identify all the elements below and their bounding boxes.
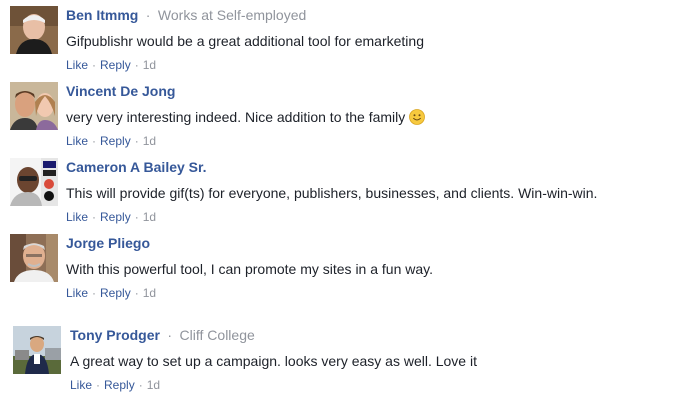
comment: Jorge Pliego With this powerful tool, I …: [0, 234, 700, 300]
like-button[interactable]: Like: [66, 210, 88, 224]
separator: ·: [134, 134, 139, 148]
separator: ·: [92, 58, 97, 72]
separator: ·: [138, 378, 143, 392]
author-work: Works at Self-employed: [157, 7, 307, 23]
reply-button[interactable]: Reply: [100, 134, 131, 148]
comment: Ben Itmmg · Works at Self-employed Gifpu…: [0, 6, 700, 72]
comment-text: Gifpublishr would be a great additional …: [66, 33, 424, 49]
comment-feed: Ben Itmmg · Works at Self-employed Gifpu…: [0, 0, 700, 400]
avatar[interactable]: [10, 6, 58, 54]
reply-button[interactable]: Reply: [100, 58, 131, 72]
author-name[interactable]: Ben Itmmg: [66, 7, 138, 23]
comment: Cameron A Bailey Sr. This will provide g…: [0, 158, 700, 224]
comment: Tony Prodger · Cliff College A great way…: [0, 326, 700, 392]
like-button[interactable]: Like: [66, 286, 88, 300]
author-name[interactable]: Cameron A Bailey Sr.: [66, 159, 207, 175]
separator: ·: [167, 327, 173, 343]
separator: ·: [145, 7, 151, 23]
comment-actions: Like · Reply · 1d: [66, 134, 156, 148]
comment-text: With this powerful tool, I can promote m…: [66, 261, 434, 277]
avatar[interactable]: [13, 326, 61, 374]
avatar[interactable]: [10, 158, 58, 206]
timestamp[interactable]: 1d: [143, 210, 156, 224]
separator: ·: [134, 58, 139, 72]
like-button[interactable]: Like: [70, 378, 92, 392]
like-button[interactable]: Like: [66, 134, 88, 148]
author-name[interactable]: Vincent De Jong: [66, 83, 175, 99]
comment-actions: Like · Reply · 1d: [66, 286, 156, 300]
reply-button[interactable]: Reply: [100, 286, 131, 300]
reply-button[interactable]: Reply: [104, 378, 135, 392]
comment-actions: Like · Reply · 1d: [66, 210, 156, 224]
like-button[interactable]: Like: [66, 58, 88, 72]
separator: ·: [134, 286, 139, 300]
timestamp[interactable]: 1d: [143, 134, 156, 148]
comment-text-content: very very interesting indeed. Nice addit…: [66, 109, 406, 125]
separator: ·: [134, 210, 139, 224]
separator: ·: [92, 210, 97, 224]
comment-text: very very interesting indeed. Nice addit…: [66, 108, 426, 126]
separator: ·: [92, 134, 97, 148]
avatar[interactable]: [10, 82, 58, 130]
comment: Vincent De Jong very very interesting in…: [0, 82, 700, 148]
reply-button[interactable]: Reply: [100, 210, 131, 224]
separator: ·: [92, 286, 97, 300]
timestamp[interactable]: 1d: [143, 58, 156, 72]
timestamp[interactable]: 1d: [147, 378, 160, 392]
avatar[interactable]: [10, 234, 58, 282]
author-name[interactable]: Jorge Pliego: [66, 235, 150, 251]
comment-actions: Like · Reply · 1d: [66, 58, 156, 72]
comment-actions: Like · Reply · 1d: [70, 378, 160, 392]
author-work: Cliff College: [179, 327, 255, 343]
timestamp[interactable]: 1d: [143, 286, 156, 300]
author-name[interactable]: Tony Prodger: [70, 327, 160, 343]
separator: ·: [96, 378, 101, 392]
comment-text: This will provide gif(ts) for everyone, …: [66, 185, 598, 201]
slightly-smiling-face-icon: [409, 109, 426, 125]
comment-text: A great way to set up a campaign. looks …: [70, 353, 477, 369]
